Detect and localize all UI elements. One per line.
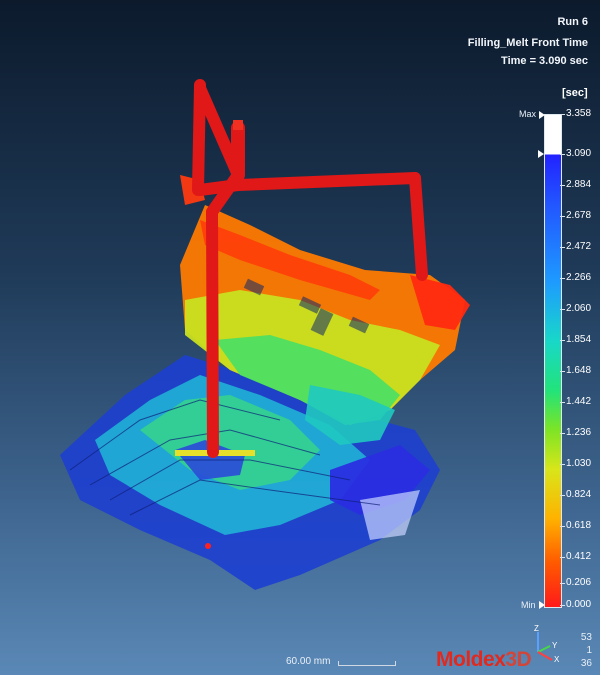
legend-value: 0.824 xyxy=(566,489,592,500)
legend-value: 1.442 xyxy=(566,396,592,407)
legend-max-label: Max xyxy=(519,109,537,119)
legend-value: 2.678 xyxy=(566,210,592,221)
scale-bar xyxy=(338,661,396,666)
frame-counter-value: 1 xyxy=(586,645,592,656)
legend-value: 1.030 xyxy=(566,458,592,469)
legend-value: 1.854 xyxy=(566,334,592,345)
legend-value: 1.648 xyxy=(566,365,592,376)
current-time-marker-icon[interactable] xyxy=(538,150,544,158)
color-legend-bar xyxy=(544,114,562,608)
legend-min-label: Min xyxy=(521,600,536,610)
legend-value: 3.090 xyxy=(566,148,592,159)
legend-value: 0.412 xyxy=(566,551,592,562)
legend-value: 3.358 xyxy=(566,108,592,119)
legend-value: 2.266 xyxy=(566,272,592,283)
scale-bar-label: 60.00 mm xyxy=(286,656,331,667)
legend-value: 2.884 xyxy=(566,179,592,190)
legend-value: 1.236 xyxy=(566,427,592,438)
frame-counter-value: 36 xyxy=(580,658,592,669)
legend-value: 2.472 xyxy=(566,241,592,252)
sprue-tip xyxy=(233,120,243,130)
min-marker-icon xyxy=(539,601,545,609)
axis-triad-icon[interactable]: Z Y X xyxy=(528,624,562,664)
legend-value: 0.000 xyxy=(566,599,592,610)
triad-axis-label: Z xyxy=(534,624,539,633)
unit-label: [sec] xyxy=(562,87,588,99)
legend-value: 0.618 xyxy=(566,520,592,531)
triad-axis-label: X xyxy=(554,655,560,664)
moldex3d-logo: Moldex3D xyxy=(436,648,532,672)
legend-value: 0.206 xyxy=(566,577,592,588)
last-fill-point xyxy=(205,543,211,549)
logo-text: Moldex xyxy=(436,648,506,671)
triad-axis-label: Y xyxy=(552,641,558,650)
legend-value: 2.060 xyxy=(566,303,592,314)
max-marker-icon xyxy=(539,111,545,119)
frame-counter-value: 53 xyxy=(580,632,592,643)
model-viewport[interactable] xyxy=(0,0,600,675)
